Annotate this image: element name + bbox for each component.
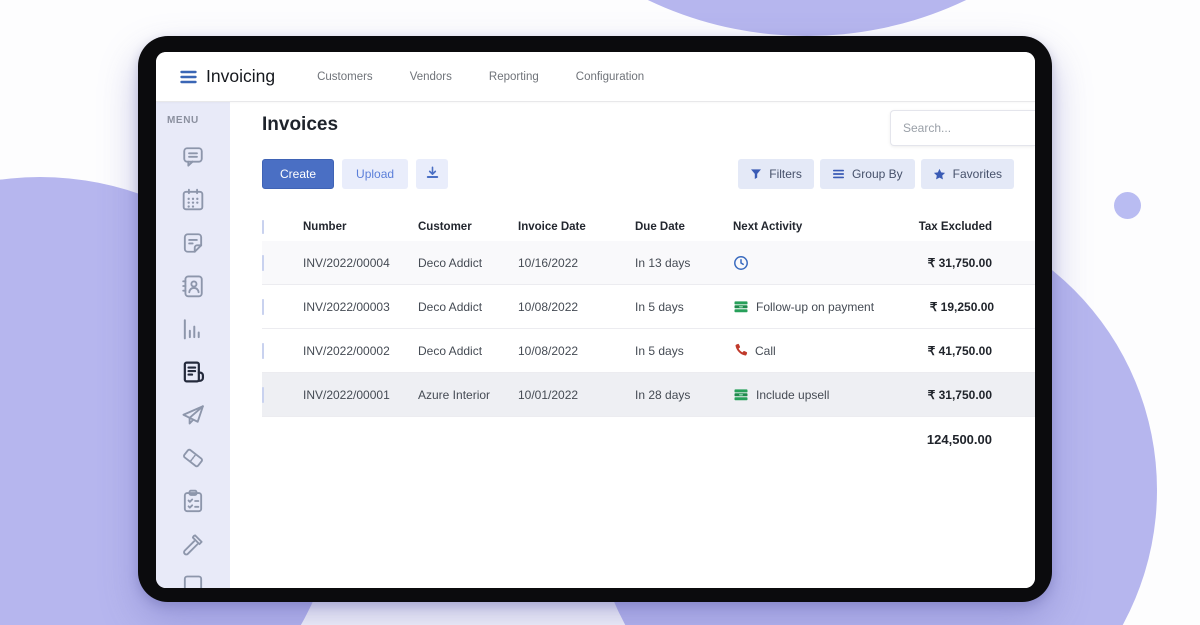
- tools-icon[interactable]: [179, 530, 207, 558]
- toolbar: Create Upload Filters Group By Favorites: [262, 159, 1014, 189]
- cell-due-date: In 5 days: [635, 299, 684, 314]
- search-box: [890, 110, 1035, 146]
- filters-label: Filters: [769, 167, 802, 181]
- phone-icon[interactable]: [733, 343, 748, 358]
- table-row[interactable]: INV/2022/00003 Deco Addict 10/08/2022 In…: [262, 285, 1035, 329]
- col-next-activity[interactable]: Next Activity: [733, 221, 872, 233]
- calendar-icon[interactable]: [179, 186, 207, 214]
- nav-item-vendors[interactable]: Vendors: [410, 71, 452, 83]
- row-checkbox[interactable]: [262, 342, 264, 359]
- select-all-checkbox[interactable]: [262, 219, 264, 234]
- background-blob-top: [437, 0, 1177, 36]
- money-icon[interactable]: [733, 387, 749, 403]
- group-by-icon: [832, 168, 845, 180]
- col-tax-excluded[interactable]: Tax Excluded: [872, 221, 992, 233]
- total-tax-excluded: 124,500.00: [926, 431, 992, 447]
- sidebar-icons: [179, 143, 207, 588]
- row-checkbox[interactable]: [262, 254, 264, 271]
- contacts-icon[interactable]: [179, 272, 207, 300]
- upload-button[interactable]: Upload: [342, 159, 409, 189]
- clock-icon[interactable]: [733, 255, 749, 271]
- cell-customer: Deco Addict: [418, 343, 483, 358]
- archive-icon[interactable]: [179, 573, 207, 588]
- cell-due-date: In 13 days: [635, 255, 691, 270]
- table-total-row: 124,500.00: [262, 417, 1035, 461]
- discuss-icon[interactable]: [179, 143, 207, 171]
- nav-item-customers[interactable]: Customers: [317, 71, 373, 83]
- notes-icon[interactable]: [179, 229, 207, 257]
- table-header: Number Customer Invoice Date Due Date Ne…: [262, 212, 1035, 241]
- filter-icon: [750, 168, 762, 180]
- cell-activity-label: Follow-up on payment: [756, 299, 875, 314]
- cell-number: INV/2022/00003: [303, 299, 390, 314]
- cell-invoice-date: 10/01/2022: [518, 387, 579, 402]
- ticket-icon[interactable]: [179, 444, 207, 472]
- favorites-label: Favorites: [952, 167, 1002, 181]
- cell-customer: Azure Interior: [418, 387, 491, 402]
- page-title: Invoices: [262, 114, 339, 135]
- cell-invoice-date: 10/08/2022: [518, 299, 579, 314]
- sidebar-menu-label: MENU: [167, 115, 199, 126]
- cell-invoice-date: 10/08/2022: [518, 343, 579, 358]
- favorites-button[interactable]: Favorites: [920, 159, 1014, 189]
- cell-activity-label: Call: [755, 343, 776, 358]
- app-title[interactable]: Invoicing: [206, 66, 275, 87]
- search-input[interactable]: [891, 111, 1035, 145]
- chart-icon[interactable]: [179, 315, 207, 343]
- col-due-date[interactable]: Due Date: [635, 221, 733, 233]
- main-content: Invoices Create Upload Filters: [230, 102, 1035, 588]
- cell-due-date: In 5 days: [635, 343, 684, 358]
- cell-number: INV/2022/00002: [303, 343, 390, 358]
- cell-number: INV/2022/00001: [303, 387, 390, 402]
- col-number[interactable]: Number: [303, 221, 418, 233]
- download-icon: [425, 165, 440, 183]
- col-invoice-date[interactable]: Invoice Date: [518, 221, 635, 233]
- invoice-table: Number Customer Invoice Date Due Date Ne…: [262, 212, 1035, 461]
- row-checkbox[interactable]: [262, 386, 264, 403]
- nav-menu: Customers Vendors Reporting Configuratio…: [317, 71, 644, 83]
- star-icon: [933, 168, 946, 181]
- row-checkbox[interactable]: [262, 298, 264, 315]
- invoicing-icon[interactable]: [179, 358, 207, 386]
- table-row[interactable]: INV/2022/00002 Deco Addict 10/08/2022 In…: [262, 329, 1035, 373]
- cell-customer: Deco Addict: [418, 299, 483, 314]
- hamburger-icon[interactable]: [180, 70, 197, 84]
- col-customer[interactable]: Customer: [418, 221, 518, 233]
- table-row[interactable]: INV/2022/00004 Deco Addict 10/16/2022 In…: [262, 241, 1035, 285]
- send-icon[interactable]: [179, 401, 207, 429]
- cell-activity-label: Include upsell: [756, 387, 830, 402]
- cell-tax-excluded: ₹ 19,250.00: [929, 299, 995, 314]
- create-button[interactable]: Create: [262, 159, 335, 189]
- money-icon[interactable]: [733, 299, 749, 315]
- table-row[interactable]: INV/2022/00001 Azure Interior 10/01/2022…: [262, 373, 1035, 417]
- cell-tax-excluded: ₹ 31,750.00: [927, 255, 992, 270]
- app-screen: Invoicing Customers Vendors Reporting Co…: [156, 52, 1035, 588]
- cell-due-date: In 28 days: [635, 387, 691, 402]
- cell-number: INV/2022/00004: [303, 255, 390, 270]
- nav-item-configuration[interactable]: Configuration: [576, 71, 644, 83]
- cell-invoice-date: 10/16/2022: [518, 255, 579, 270]
- cell-customer: Deco Addict: [418, 255, 483, 270]
- top-navbar: Invoicing Customers Vendors Reporting Co…: [156, 52, 1035, 102]
- cell-tax-excluded: ₹ 31,750.00: [927, 387, 992, 402]
- nav-item-reporting[interactable]: Reporting: [489, 71, 539, 83]
- group-by-button[interactable]: Group By: [819, 159, 915, 189]
- filters-button[interactable]: Filters: [738, 159, 814, 189]
- cell-tax-excluded: ₹ 41,750.00: [927, 343, 992, 358]
- checklist-icon[interactable]: [179, 487, 207, 515]
- device-frame: Invoicing Customers Vendors Reporting Co…: [138, 36, 1052, 602]
- group-by-label: Group By: [851, 167, 903, 181]
- background-blob-small: [1114, 192, 1141, 219]
- download-button[interactable]: [416, 159, 449, 189]
- sidebar: MENU: [156, 102, 230, 588]
